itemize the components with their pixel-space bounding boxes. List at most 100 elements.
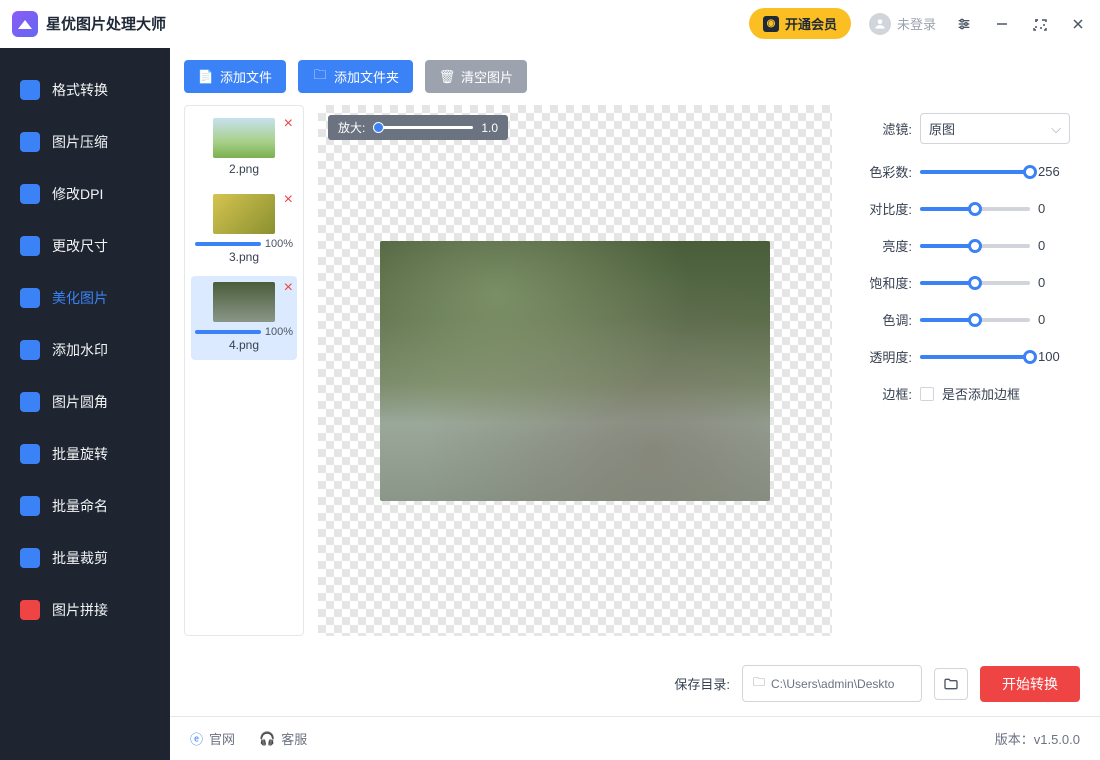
slider-label: 色彩数:: [854, 162, 912, 181]
sidebar-item-6[interactable]: 图片圆角: [0, 378, 170, 426]
border-label: 边框:: [854, 384, 912, 403]
slider-3[interactable]: [920, 281, 1030, 285]
maximize-button[interactable]: [1030, 14, 1050, 34]
login-status-label: 未登录: [897, 14, 936, 33]
minimize-button[interactable]: [992, 14, 1012, 34]
slider-2[interactable]: [920, 244, 1030, 248]
border-checkbox[interactable]: [920, 387, 934, 401]
support-link[interactable]: 🎧客服: [259, 729, 307, 748]
add-file-button[interactable]: 📄添加文件: [184, 60, 286, 93]
file-name: 2.png: [195, 162, 293, 176]
nav-icon: [20, 548, 40, 568]
controls-panel: 滤镜: 原图 ⌵ 色彩数:256对比度:0亮度:0饱和度:0色调:0透明度:10…: [846, 105, 1086, 636]
nav-label: 图片圆角: [52, 392, 108, 412]
chevron-down-icon: ⌵: [1051, 121, 1061, 137]
nav-icon: [20, 80, 40, 100]
zoom-value: 1.0: [481, 121, 498, 135]
vip-button[interactable]: ◉ 开通会员: [749, 8, 851, 39]
titlebar: 星优图片处理大师 ◉ 开通会员 未登录: [0, 0, 1100, 48]
slider-label: 饱和度:: [854, 273, 912, 292]
convert-button[interactable]: 开始转换: [980, 666, 1080, 702]
user-status[interactable]: 未登录: [869, 13, 936, 35]
save-path-input[interactable]: 🗀 C:\Users\admin\Deskto: [742, 665, 922, 702]
border-checkbox-label: 是否添加边框: [942, 384, 1020, 403]
settings-icon[interactable]: [954, 14, 974, 34]
version-text: 版本：v1.5.0.0: [995, 729, 1080, 748]
nav-label: 修改DPI: [52, 184, 103, 204]
sidebar-item-0[interactable]: 格式转换: [0, 66, 170, 114]
slider-label: 色调:: [854, 310, 912, 329]
add-folder-button[interactable]: 🗀添加文件夹: [298, 60, 413, 93]
file-item[interactable]: ×100%4.png: [191, 276, 297, 360]
progress-value: 100%: [265, 238, 293, 250]
headset-icon: 🎧: [259, 731, 275, 747]
save-path-label: 保存目录:: [674, 674, 730, 693]
sidebar-item-7[interactable]: 批量旋转: [0, 430, 170, 478]
filter-label: 滤镜:: [854, 119, 912, 138]
progress-bar: [195, 330, 261, 334]
avatar-icon: [869, 13, 891, 35]
filter-select[interactable]: 原图 ⌵: [920, 113, 1070, 144]
file-item[interactable]: × 2.png: [191, 112, 297, 184]
slider-5[interactable]: [920, 355, 1030, 359]
slider-value: 0: [1038, 312, 1070, 327]
nav-icon: [20, 340, 40, 360]
nav-icon: [20, 496, 40, 516]
trash-icon: 🗑: [439, 69, 455, 85]
app-logo-icon: [12, 11, 38, 37]
progress-bar: [195, 242, 261, 246]
toolbar: 📄添加文件 🗀添加文件夹 🗑清空图片: [170, 48, 1100, 105]
vip-label: 开通会员: [785, 14, 837, 33]
sidebar-item-10[interactable]: 图片拼接: [0, 586, 170, 634]
delete-icon[interactable]: ×: [284, 192, 293, 208]
progress-value: 100%: [265, 326, 293, 338]
slider-label: 透明度:: [854, 347, 912, 366]
slider-4[interactable]: [920, 318, 1030, 322]
app-title: 星优图片处理大师: [46, 13, 166, 34]
slider-value: 256: [1038, 164, 1070, 179]
slider-0[interactable]: [920, 170, 1030, 174]
canvas-area[interactable]: 放大: 1.0: [318, 105, 832, 636]
close-button[interactable]: [1068, 14, 1088, 34]
file-item[interactable]: × 100%3.png: [191, 188, 297, 272]
folder-icon: 🗀: [753, 673, 765, 694]
nav-icon: [20, 392, 40, 412]
sidebar-item-8[interactable]: 批量命名: [0, 482, 170, 530]
nav-icon: [20, 600, 40, 620]
nav-label: 批量命名: [52, 496, 108, 516]
nav-icon: [20, 444, 40, 464]
clear-button[interactable]: 🗑清空图片: [425, 60, 527, 93]
thumbnail: [213, 194, 275, 234]
nav-label: 图片压缩: [52, 132, 108, 152]
nav-label: 图片拼接: [52, 600, 108, 620]
browse-folder-button[interactable]: [934, 668, 968, 700]
nav-icon: [20, 288, 40, 308]
slider-1[interactable]: [920, 207, 1030, 211]
folder-icon: 🗀: [312, 69, 328, 85]
sidebar-item-5[interactable]: 添加水印: [0, 326, 170, 374]
app-logo-title: 星优图片处理大师: [12, 11, 166, 37]
sidebar-item-4[interactable]: 美化图片: [0, 274, 170, 322]
file-list: ×2.png×100%3.png×100%4.png: [184, 105, 304, 636]
sidebar-item-2[interactable]: 修改DPI: [0, 170, 170, 218]
globe-icon: ⓔ: [190, 729, 203, 748]
nav-label: 添加水印: [52, 340, 108, 360]
sidebar-item-9[interactable]: 批量裁剪: [0, 534, 170, 582]
slider-value: 100: [1038, 349, 1070, 364]
camera-icon: ◉: [763, 16, 779, 32]
bottom-bar: 保存目录: 🗀 C:\Users\admin\Deskto 开始转换: [170, 650, 1100, 716]
sidebar-item-1[interactable]: 图片压缩: [0, 118, 170, 166]
thumbnail: [213, 118, 275, 158]
delete-icon[interactable]: ×: [284, 116, 293, 132]
zoom-control[interactable]: 放大: 1.0: [328, 115, 508, 140]
nav-icon: [20, 132, 40, 152]
zoom-slider[interactable]: [373, 126, 473, 129]
slider-label: 亮度:: [854, 236, 912, 255]
website-link[interactable]: ⓔ官网: [190, 729, 235, 748]
file-name: 3.png: [195, 250, 293, 264]
delete-icon[interactable]: ×: [284, 280, 293, 296]
sidebar-item-3[interactable]: 更改尺寸: [0, 222, 170, 270]
nav-label: 格式转换: [52, 80, 108, 100]
sidebar: 格式转换图片压缩修改DPI 更改尺寸美化图片添加水印图片圆角批量旋转批量命名批量裁…: [0, 48, 170, 760]
nav-label: 批量裁剪: [52, 548, 108, 568]
